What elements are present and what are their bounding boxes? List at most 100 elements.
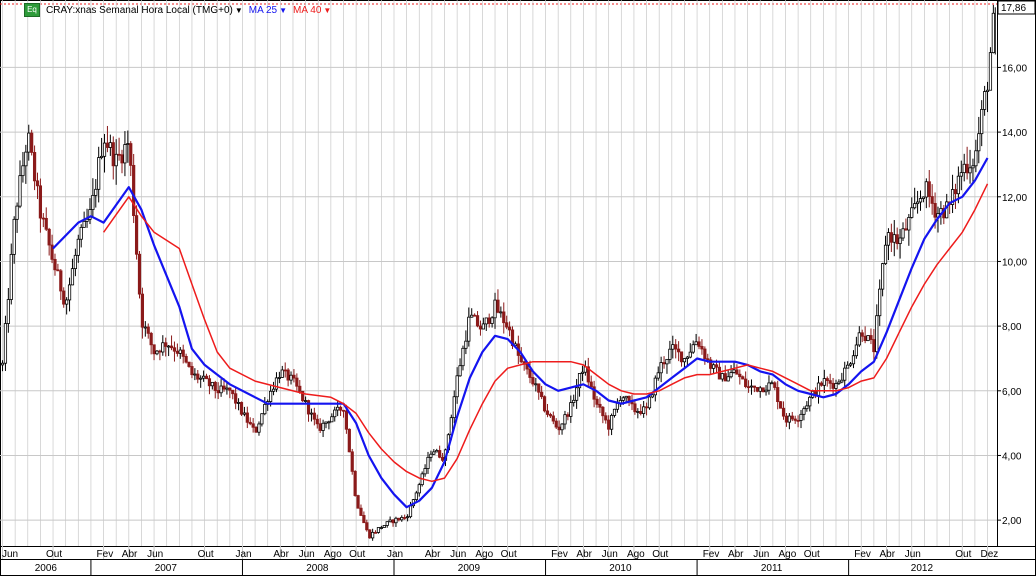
candle: [816, 375, 821, 404]
candle-body: [723, 373, 727, 382]
candle: [362, 511, 366, 524]
candle-body: [435, 450, 439, 453]
candle-body: [196, 373, 200, 380]
candle-body: [846, 364, 850, 369]
candle: [312, 407, 316, 426]
candle-body: [225, 387, 229, 390]
candle-body: [167, 345, 171, 348]
candle-body: [376, 527, 381, 533]
candle: [726, 370, 730, 382]
chevron-down-icon[interactable]: ▼: [279, 6, 287, 15]
x-month-label: Out: [46, 549, 62, 560]
candle-body: [193, 373, 197, 376]
candle-body: [359, 507, 363, 516]
candle: [225, 382, 229, 395]
candle: [120, 149, 124, 174]
candle: [607, 415, 611, 436]
candle-body: [738, 373, 742, 378]
candle: [100, 137, 104, 160]
y-tick-label: 14,00: [1002, 128, 1027, 139]
x-month-label: Jun: [299, 549, 315, 560]
candle: [971, 158, 975, 183]
candle-body: [169, 345, 174, 349]
candle-body: [263, 403, 267, 415]
candle-body: [440, 456, 445, 461]
candle: [417, 482, 421, 497]
x-year-label: 2010: [609, 563, 632, 574]
candle-body: [184, 355, 188, 363]
candle-body: [108, 142, 112, 148]
candle-body: [857, 332, 861, 346]
candle-body: [478, 325, 483, 330]
candle: [828, 373, 832, 390]
chevron-down-icon[interactable]: ▼: [235, 6, 243, 15]
candle-body: [362, 515, 366, 524]
candle: [245, 406, 249, 429]
x-month-label: Jan: [235, 549, 251, 560]
candle: [91, 178, 95, 219]
candle: [394, 516, 398, 527]
candle: [679, 351, 684, 367]
ma-slow-label[interactable]: MA 40 ▼: [293, 5, 331, 16]
candle: [70, 258, 75, 286]
candle: [190, 362, 194, 379]
candle: [639, 404, 643, 416]
candle: [630, 394, 634, 411]
candle-body: [502, 311, 506, 324]
candle: [318, 418, 322, 433]
ma-fast-label[interactable]: MA 25 ▼: [249, 5, 287, 16]
chevron-down-icon[interactable]: ▼: [323, 6, 331, 15]
candle: [691, 340, 695, 354]
candle-body: [181, 349, 185, 357]
ma-fast-text: MA 25: [248, 4, 278, 16]
candle: [988, 47, 993, 91]
candle: [114, 139, 118, 185]
candle: [930, 184, 934, 215]
candle: [918, 190, 923, 211]
candle-body: [776, 387, 780, 403]
candle: [129, 141, 133, 177]
candle: [137, 251, 142, 299]
x-month-label: Fev: [97, 549, 114, 560]
candle: [181, 344, 185, 364]
candle-body: [338, 406, 343, 411]
candle-body: [324, 421, 328, 424]
candle: [799, 409, 803, 429]
candle-body: [953, 189, 958, 195]
candle-body: [988, 52, 993, 91]
candle-body: [216, 390, 220, 394]
x-year-label: 2011: [761, 563, 783, 574]
candle-body: [388, 519, 392, 523]
candle-body: [787, 415, 791, 423]
y-tick-label: 12,00: [1002, 193, 1027, 204]
candle-body: [956, 175, 960, 195]
candle: [97, 146, 101, 203]
candle: [73, 248, 77, 277]
candle-body: [490, 317, 494, 324]
candle-body: [27, 132, 31, 153]
candle-body: [607, 419, 611, 430]
candle: [271, 381, 276, 396]
candle-body: [126, 143, 130, 145]
symbol-label[interactable]: CRAY:xnas Semanal Hora Local (TMG+0) ▼: [46, 5, 243, 16]
x-month-label: Out: [955, 549, 971, 560]
candle: [598, 397, 602, 414]
candle-body: [438, 450, 442, 458]
candle-body: [854, 344, 858, 357]
candle-body: [146, 326, 150, 334]
candle-body: [164, 342, 168, 347]
candle-body: [904, 228, 908, 231]
candle: [397, 517, 401, 522]
candle: [840, 372, 844, 384]
y-axis: 2,00 4,00 6,00 8,00 10,00 12,00 14,00 16,00 17,8…: [997, 0, 1036, 546]
candle: [187, 361, 191, 368]
candle: [991, 4, 995, 54]
candle-body: [866, 335, 870, 342]
x-month-label: Out: [501, 549, 517, 560]
candle-body: [327, 421, 331, 424]
candle-body: [0, 362, 5, 366]
candle-body: [694, 341, 698, 346]
candle-body: [703, 348, 707, 360]
candle: [665, 358, 669, 374]
candle-body: [872, 339, 876, 353]
